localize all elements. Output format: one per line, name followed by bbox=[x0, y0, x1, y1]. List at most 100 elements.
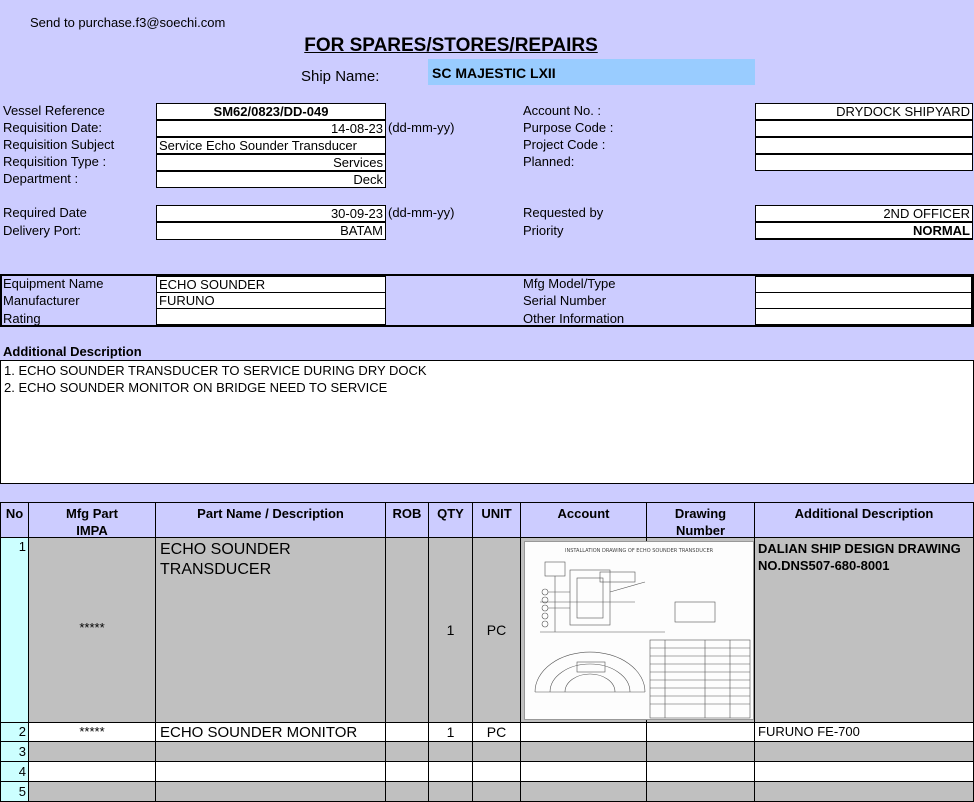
row2-mfg-text: ***** bbox=[79, 724, 105, 739]
project-code-field[interactable] bbox=[755, 137, 973, 154]
page-title: FOR SPARES/STORES/REPAIRS bbox=[304, 35, 598, 56]
row1-additional[interactable]: DALIAN SHIP DESIGN DRAWING NO.DNS507-680… bbox=[755, 538, 974, 723]
department-field[interactable]: Deck bbox=[156, 171, 386, 188]
row1-no: 1 bbox=[1, 538, 29, 723]
required-date-label: Required Date bbox=[3, 205, 87, 220]
account-no-field[interactable]: DRYDOCK SHIPYARD bbox=[755, 103, 973, 120]
manufacturer-label: Manufacturer bbox=[3, 293, 80, 308]
col-header-qty: QTY bbox=[429, 503, 473, 538]
account-no-label: Account No. : bbox=[523, 103, 602, 118]
planned-label: Planned: bbox=[523, 154, 575, 169]
col-header-mfg-line2: IMPA bbox=[76, 523, 108, 538]
serial-label: Serial Number bbox=[523, 293, 607, 308]
col-header-additional-text: Additional Description bbox=[794, 506, 934, 521]
row2-part-name[interactable]: ECHO SOUNDER MONITOR bbox=[156, 723, 386, 742]
requested-by-label: Requested by bbox=[523, 205, 604, 220]
other-info-field[interactable] bbox=[755, 308, 972, 325]
row1-unit[interactable]: PC bbox=[473, 538, 521, 723]
row4-no: 4 bbox=[1, 762, 29, 782]
requisition-subject-label: Requisition Subject bbox=[3, 137, 115, 152]
col-header-unit: UNIT bbox=[473, 503, 521, 538]
row2-qty[interactable]: 1 bbox=[429, 723, 473, 742]
table-top-band bbox=[0, 484, 974, 502]
delivery-port-field[interactable]: BATAM bbox=[156, 222, 386, 240]
row2-unit-text: PC bbox=[486, 724, 507, 740]
purpose-code-label: Purpose Code : bbox=[523, 120, 614, 135]
rating-field[interactable] bbox=[156, 308, 386, 325]
model-label: Mfg Model/Type bbox=[523, 276, 616, 291]
requisition-type-field[interactable]: Services bbox=[156, 154, 386, 171]
other-info-label: Other Information bbox=[523, 311, 625, 326]
requested-by-field[interactable]: 2ND OFFICER bbox=[755, 205, 973, 222]
col-header-drawing-line1: Drawing bbox=[674, 506, 727, 521]
row3-cells[interactable] bbox=[29, 742, 974, 762]
required-date-format: (dd-mm-yy) bbox=[388, 205, 455, 220]
row2-unit[interactable]: PC bbox=[473, 723, 521, 742]
equipment-name-label: Equipment Name bbox=[3, 276, 104, 291]
col-header-mfg: Mfg Part IMPA bbox=[29, 503, 156, 538]
installation-drawing-image[interactable]: INSTALLATION DRAWING OF ECHO SOUNDER TRA… bbox=[524, 541, 754, 720]
row1-no-text: 1 bbox=[18, 539, 26, 554]
col-header-mfg-line1: Mfg Part bbox=[66, 506, 118, 521]
row1-mfg[interactable]: ***** bbox=[29, 538, 156, 723]
additional-description-label: Additional Description bbox=[3, 344, 142, 359]
row3-no-text: 3 bbox=[18, 744, 26, 759]
col-header-account: Account bbox=[521, 503, 647, 538]
col-header-no: No bbox=[1, 503, 29, 538]
row1-part-name[interactable]: ECHO SOUNDER TRANSDUCER bbox=[156, 538, 386, 723]
requisition-type-label: Requisition Type : bbox=[3, 154, 107, 169]
row1-qty-text: 1 bbox=[446, 622, 455, 638]
vessel-reference-field[interactable]: SM62/0823/DD-049 bbox=[156, 103, 386, 120]
rating-label: Rating bbox=[3, 311, 41, 326]
row4-no-text: 4 bbox=[18, 764, 26, 779]
additional-description-box[interactable]: 1. ECHO SOUNDER TRANSDUCER TO SERVICE DU… bbox=[0, 360, 974, 484]
priority-label: Priority bbox=[523, 223, 564, 238]
delivery-port-label: Delivery Port: bbox=[3, 223, 82, 238]
row1-qty[interactable]: 1 bbox=[429, 538, 473, 723]
serial-field[interactable] bbox=[755, 292, 972, 309]
manufacturer-field[interactable]: FURUNO bbox=[156, 292, 386, 309]
purpose-code-field[interactable] bbox=[755, 120, 973, 137]
row2-drawing[interactable] bbox=[647, 723, 755, 742]
requisition-date-field[interactable]: 14-08-23 bbox=[156, 120, 386, 137]
row2-no-text: 2 bbox=[18, 724, 26, 739]
col-header-rob: ROB bbox=[386, 503, 429, 538]
drawing-sketch: INSTALLATION DRAWING OF ECHO SOUNDER TRA… bbox=[534, 548, 751, 719]
row2-additional-text: FURUNO FE-700 bbox=[758, 724, 860, 739]
row1-unit-text: PC bbox=[486, 622, 507, 638]
ship-name-field: SC MAJESTIC LXII bbox=[428, 59, 755, 85]
row2-mfg[interactable]: ***** bbox=[29, 723, 156, 742]
row2-qty-text: 1 bbox=[446, 724, 455, 740]
row2-account[interactable] bbox=[521, 723, 647, 742]
equipment-name-field[interactable]: ECHO SOUNDER bbox=[156, 276, 386, 293]
row2-part-name-text: ECHO SOUNDER MONITOR bbox=[160, 724, 358, 741]
row3-no: 3 bbox=[1, 742, 29, 762]
row5-cells[interactable] bbox=[29, 782, 974, 802]
col-header-qty-text: QTY bbox=[437, 506, 464, 521]
vessel-reference-label: Vessel Reference bbox=[3, 103, 105, 118]
additional-description-line: 2. ECHO SOUNDER MONITOR ON BRIDGE NEED T… bbox=[4, 380, 388, 395]
row1-additional-text: DALIAN SHIP DESIGN DRAWING NO.DNS507-680… bbox=[758, 541, 961, 573]
department-label: Department : bbox=[3, 171, 79, 186]
row4-cells[interactable] bbox=[29, 762, 974, 782]
row2-rob[interactable] bbox=[386, 723, 429, 742]
requisition-date-label: Requisition Date: bbox=[3, 120, 102, 135]
row2-no: 2 bbox=[1, 723, 29, 742]
row1-rob[interactable] bbox=[386, 538, 429, 723]
row5-no-text: 5 bbox=[18, 784, 26, 799]
model-field[interactable] bbox=[755, 276, 972, 293]
required-date-field[interactable]: 30-09-23 bbox=[156, 205, 386, 222]
requisition-subject-field[interactable]: Service Echo Sounder Transducer bbox=[156, 137, 386, 154]
col-header-drawing: Drawing Number bbox=[647, 503, 755, 538]
row1-part-name-text: ECHO SOUNDER TRANSDUCER bbox=[160, 541, 291, 578]
col-header-part-name: Part Name / Description bbox=[156, 503, 386, 538]
col-header-unit-text: UNIT bbox=[481, 506, 512, 521]
row1-mfg-text: ***** bbox=[79, 620, 105, 635]
project-code-label: Project Code : bbox=[523, 137, 606, 152]
planned-field[interactable] bbox=[755, 154, 973, 171]
send-to-email: Send to purchase.f3@soechi.com bbox=[30, 15, 226, 30]
priority-field[interactable]: NORMAL bbox=[755, 222, 973, 240]
additional-description-line: 1. ECHO SOUNDER TRANSDUCER TO SERVICE DU… bbox=[4, 363, 427, 378]
col-header-additional: Additional Description bbox=[755, 503, 974, 538]
row2-additional[interactable]: FURUNO FE-700 bbox=[755, 723, 974, 742]
